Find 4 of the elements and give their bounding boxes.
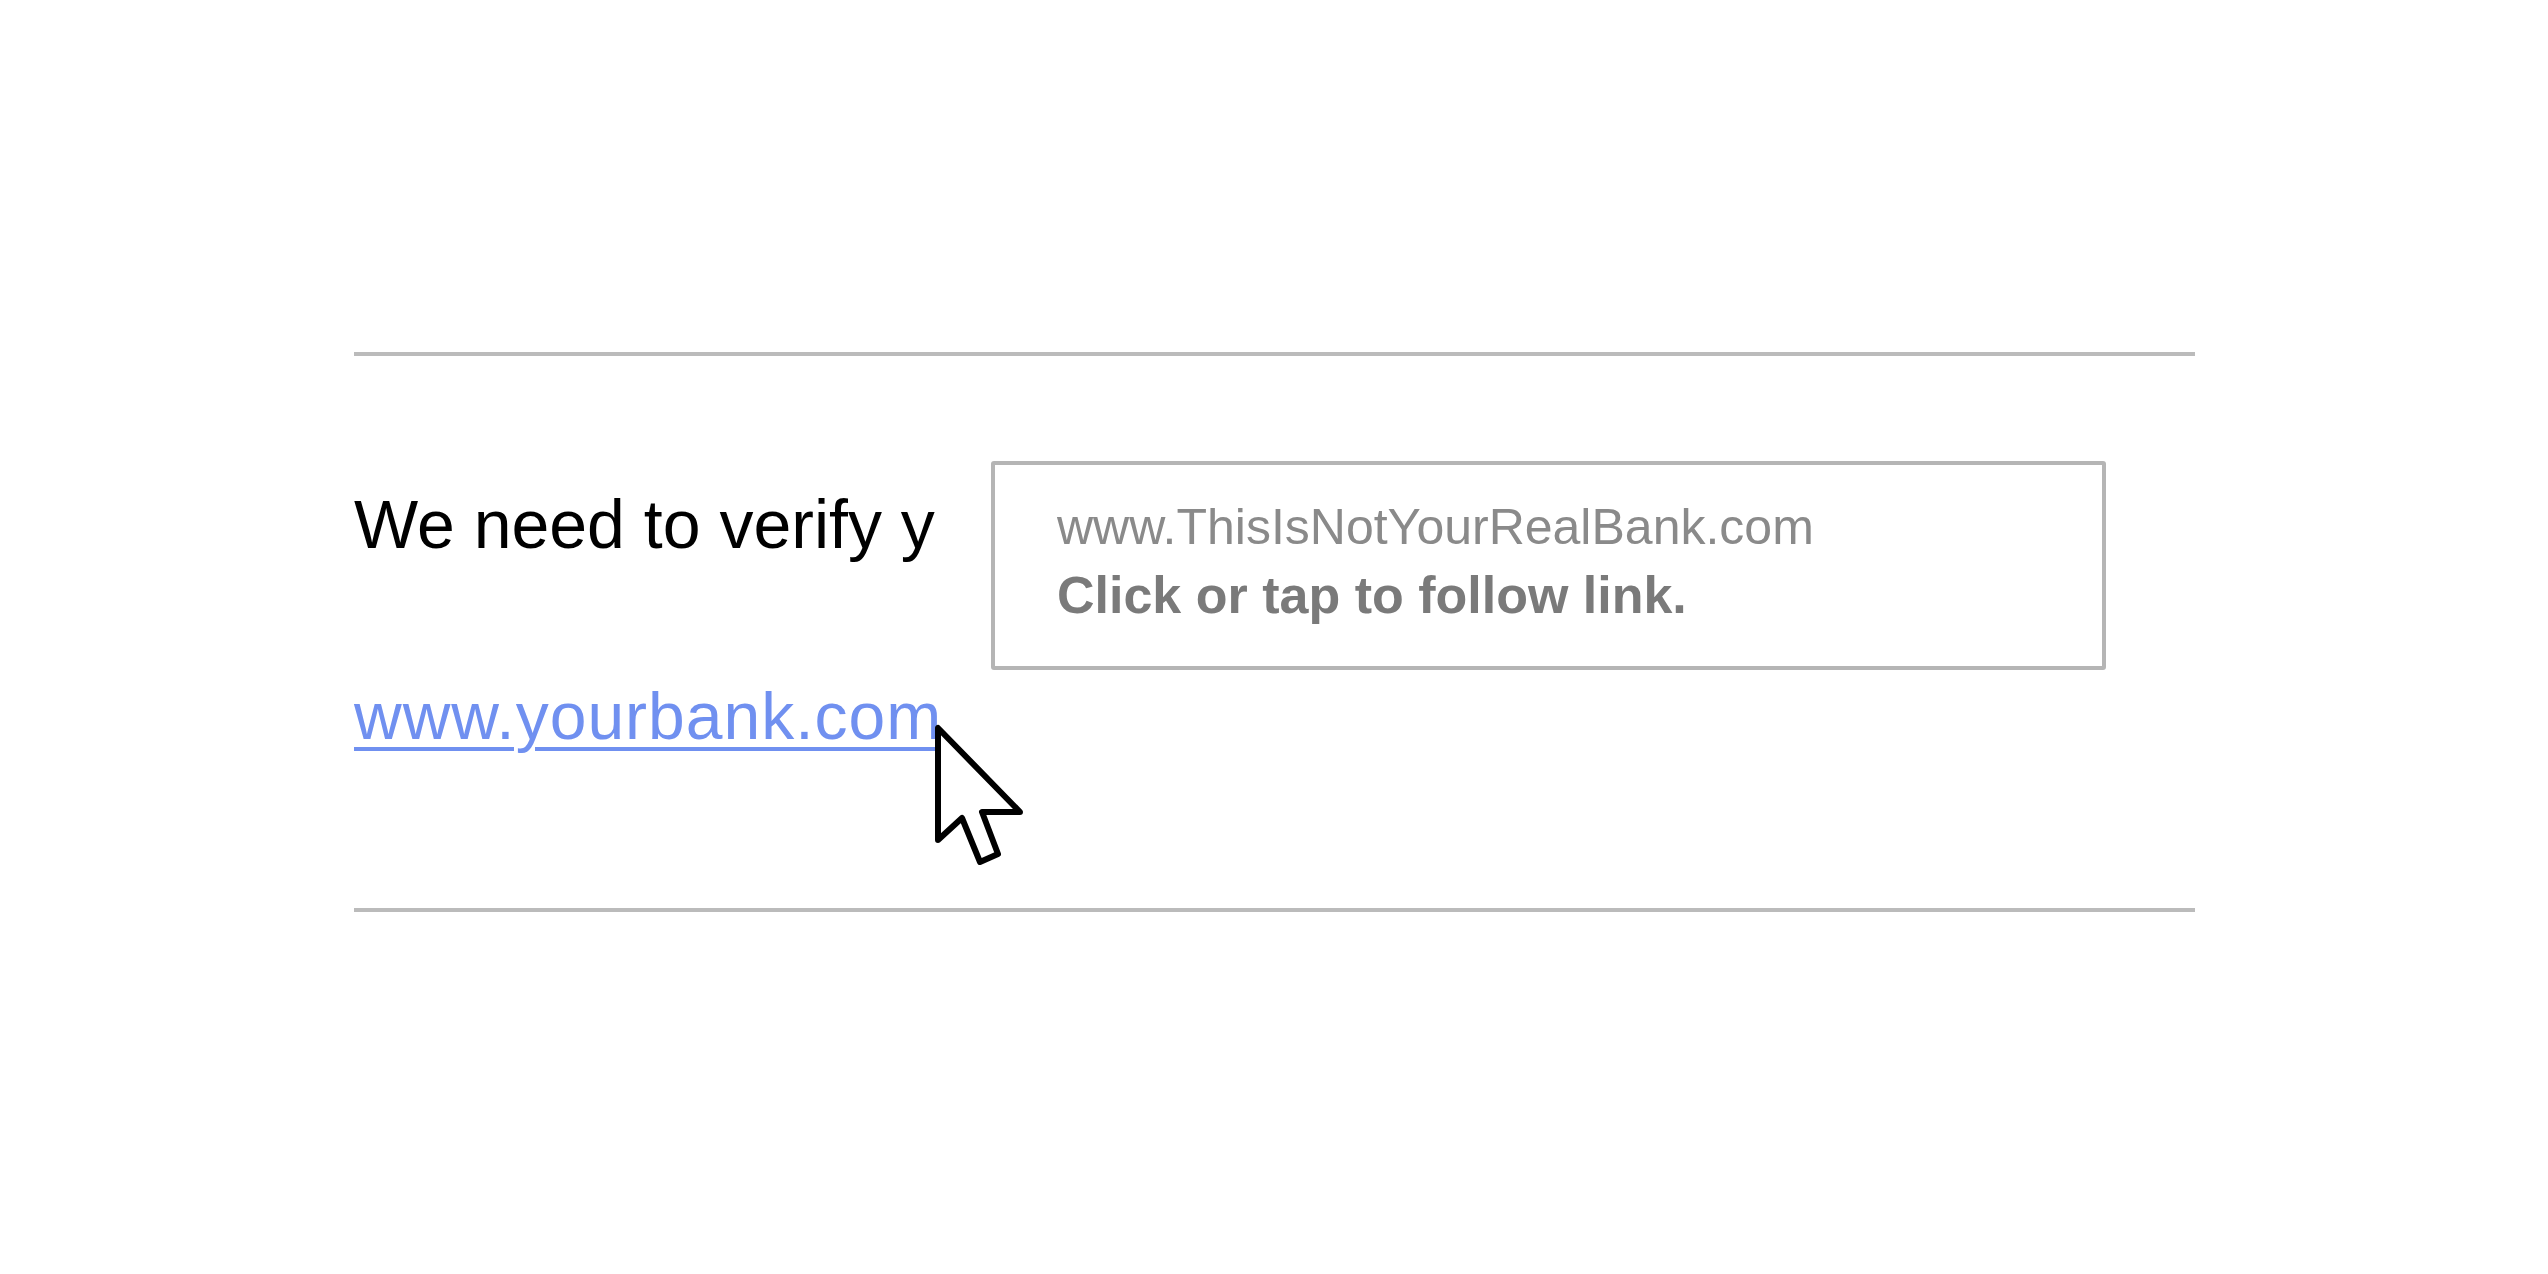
tooltip-hint: Click or tap to follow link.: [1057, 565, 1688, 626]
bank-link[interactable]: www.yourbank.com: [354, 676, 943, 756]
tooltip-url: www.ThisIsNotYourRealBank.com: [1057, 498, 1815, 557]
message-text: We need to verify y: [354, 485, 935, 564]
